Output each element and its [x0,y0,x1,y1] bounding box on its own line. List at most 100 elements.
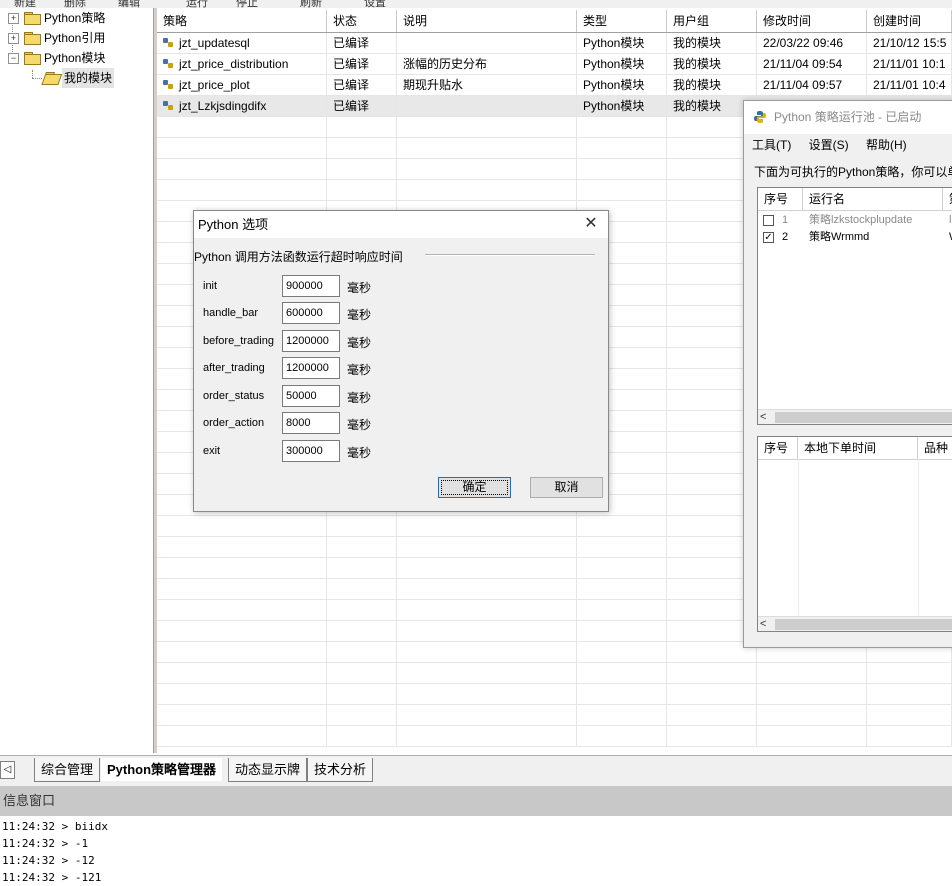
row-checkbox-checked[interactable]: ✓ [763,232,774,243]
column-header-user-group[interactable]: 用户组 [667,10,757,32]
table-row [157,726,952,747]
close-icon[interactable]: ✕ [582,215,600,233]
cell-user-group: 我的模块 [667,54,757,74]
cell-type [577,516,667,536]
order-list-header: 序号 本地下单时间 品种 [758,437,952,460]
cell-type [577,159,667,179]
menu-help[interactable]: 帮助(H) [866,138,907,152]
pool-order-list: 序号 本地下单时间 品种 < [757,436,952,632]
cell-strategy [157,180,327,200]
cell-status [327,138,397,158]
cancel-button[interactable]: 取消 [530,477,603,498]
option-unit: 毫秒 [347,418,372,432]
cell-created: 21/11/01 10:4 [867,75,952,95]
row-index: 2 [782,231,789,243]
cell-strategy [157,558,327,578]
dialog-title: Python 选项 [198,217,269,232]
option-unit: 毫秒 [347,308,372,322]
tree-item-python-strategy[interactable]: + Python策略 [0,8,150,28]
column-header-type[interactable]: 类型 [577,10,667,32]
tree-item-python-reference[interactable]: + Python引用 [0,28,150,48]
cell-created [867,705,952,725]
scroll-left-arrow[interactable]: < [760,617,766,631]
menu-settings[interactable]: 设置(S) [809,138,849,152]
tree-item-my-module[interactable]: 我的模块 [0,68,150,88]
log-line: 11:24:32 > biidx [2,820,108,833]
tab-scroll-left-button[interactable]: ◁ [0,761,15,779]
cell-type [577,537,667,557]
scroll-left-arrow[interactable]: < [760,410,766,424]
column-header-index[interactable]: 序号 [758,437,798,459]
collapse-icon[interactable]: − [8,53,19,64]
expand-icon[interactable]: + [8,33,19,44]
cell-status [327,537,397,557]
cell-strategy: jzt_price_plot [157,75,327,95]
cell-description [397,180,577,200]
column-header-description[interactable]: 说明 [397,10,577,32]
python-module-icon [163,101,175,111]
cell-user-group [667,684,757,704]
column-header-run-name[interactable]: 运行名 [803,188,943,210]
scroll-thumb[interactable] [775,619,952,630]
column-header-status[interactable]: 状态 [327,10,397,32]
cell-strategy [157,663,327,683]
cell-description [397,516,577,536]
table-row [157,705,952,726]
pool-strategy-list: 序号 运行名 策 1 策略lzkstockplupdate lz ✓ 2 策略W… [757,187,952,425]
python-module-icon [163,59,175,69]
column-header-created[interactable]: 创建时间 [867,10,952,32]
cell-strategy [157,642,327,662]
ok-button[interactable]: 确定 [438,477,511,498]
cell-modified: 22/03/22 09:46 [757,33,867,53]
cell-user-group: 我的模块 [667,75,757,95]
table-row[interactable]: jzt_price_plot 已编译 期现升贴水 Python模块 我的模块 21/11/… [157,75,952,96]
bottom-tab-bar: ◁ 综合管理 Python策略管理器 动态显示牌 技术分析 [0,755,952,786]
option-input-handle-bar[interactable] [282,302,340,324]
column-header-index[interactable]: 序号 [758,188,803,210]
tab-overview[interactable]: 综合管理 [34,758,101,782]
order-list-hscrollbar[interactable]: < [758,616,952,631]
table-row[interactable]: jzt_updatesql 已编译 Python模块 我的模块 22/03/22 09:… [157,33,952,54]
python-module-icon [163,38,175,48]
scroll-thumb[interactable] [775,412,952,423]
cell-created: 21/10/12 15:5 [867,33,952,53]
option-input-after-trading[interactable] [282,357,340,379]
python-module-icon [163,80,175,90]
tab-dynamic-board[interactable]: 动态显示牌 [228,758,308,782]
tab-python-strategy-manager[interactable]: Python策略管理器 [101,758,223,781]
table-row[interactable]: jzt_price_distribution 已编译 涨幅的历史分布 Python模块… [157,54,952,75]
pool-list-hscrollbar[interactable]: < [758,409,952,424]
pool-title-bar[interactable]: Python 策略运行池 - 已启动 [744,101,952,134]
option-input-order-action[interactable] [282,412,340,434]
menu-tools[interactable]: 工具(T) [752,138,791,152]
column-header-modified[interactable]: 修改时间 [757,10,867,32]
cell-status [327,705,397,725]
option-input-order-status[interactable] [282,385,340,407]
option-unit: 毫秒 [347,446,372,460]
cell-modified [757,684,867,704]
option-label-before-trading: before_trading [203,335,274,347]
tree-item-python-module[interactable]: − Python模块 [0,48,150,68]
cell-type: Python模块 [577,33,667,53]
cell-description [397,642,577,662]
cell-type [577,621,667,641]
pool-row[interactable]: 1 策略lzkstockplupdate lz [758,212,952,229]
tab-technical-analysis[interactable]: 技术分析 [307,758,374,782]
pool-row[interactable]: ✓ 2 策略Wrmmd W [758,229,952,246]
column-header-strategy[interactable]: 策 [943,188,952,210]
cell-status [327,579,397,599]
dialog-title-bar[interactable]: Python 选项 [194,211,608,238]
column-header-symbol[interactable]: 品种 [918,437,952,459]
column-header-local-order-time[interactable]: 本地下单时间 [798,437,918,459]
expand-icon[interactable]: + [8,13,19,24]
cell-description [397,600,577,620]
cell-type: Python模块 [577,54,667,74]
option-input-init[interactable] [282,275,340,297]
column-header-strategy[interactable]: 策略 [157,10,327,32]
option-input-exit[interactable] [282,440,340,462]
row-checkbox[interactable] [763,215,774,226]
option-label-exit: exit [203,445,221,457]
python-options-dialog: Python 选项 ✕ Python 调用方法函数运行超时响应时间 init 毫秒… [193,210,609,512]
strategy-name: jzt_Lzkjsdingdifx [179,99,267,113]
option-input-before-trading[interactable] [282,330,340,352]
